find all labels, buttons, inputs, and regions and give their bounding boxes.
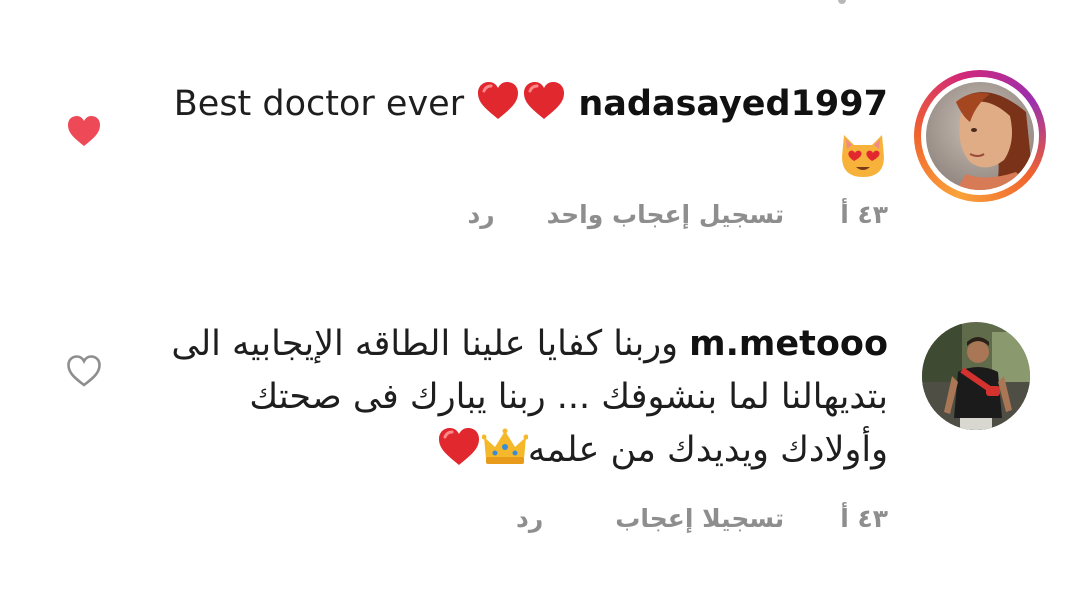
avatar-story-ring[interactable] (914, 70, 1046, 202)
emoji-red-heart (436, 428, 482, 470)
avatar (926, 82, 1034, 190)
comment-body: m.metooo وربنا كفايا علينا الطاقه الإيجا… (148, 318, 888, 477)
comment-timestamp: ٤٣ أ (840, 200, 888, 229)
likes-count-button[interactable]: تسجيل إعجاب واحد (547, 200, 785, 229)
crown-icon (481, 428, 528, 470)
comment-item: m.metooo وربنا كفايا علينا الطاقه الإيجا… (0, 318, 1080, 548)
comment-item: nadasayed1997 Best doctor ever ٤٣ أ تسجي… (0, 70, 1080, 270)
heart-outline-icon[interactable] (66, 354, 102, 388)
scroll-indicator (838, 0, 846, 4)
comment-meta: ٤٣ أ تسجيل إعجاب واحد رد (467, 200, 888, 229)
comment-username[interactable]: nadasayed1997 (578, 84, 888, 124)
heart-eyes-cat-icon (838, 135, 888, 180)
comment-text: Best doctor ever (173, 84, 465, 124)
comment-username[interactable]: m.metooo (689, 324, 888, 364)
likes-count-button[interactable]: تسجيلا إعجاب (615, 504, 784, 533)
emoji-red-heart (475, 82, 521, 124)
reply-button[interactable]: رد (516, 504, 543, 533)
comment-meta: ٤٣ أ تسجيلا إعجاب رد (516, 504, 888, 533)
comments-screen: nadasayed1997 Best doctor ever ٤٣ أ تسجي… (0, 0, 1080, 603)
reply-button[interactable]: رد (467, 200, 494, 229)
avatar[interactable] (922, 322, 1030, 430)
comment-body: nadasayed1997 Best doctor ever (148, 78, 888, 187)
comment-timestamp: ٤٣ أ (840, 504, 888, 533)
liked-heart-icon[interactable] (66, 114, 102, 148)
emoji-red-heart (521, 82, 567, 124)
